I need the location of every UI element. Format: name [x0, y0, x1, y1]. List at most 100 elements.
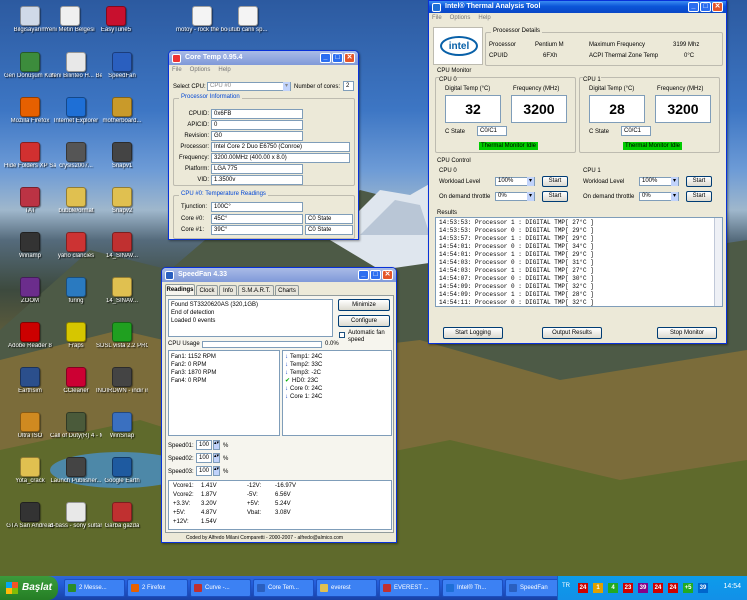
- menu-help[interactable]: Help: [478, 15, 490, 21]
- coretemp-titlebar[interactable]: Core Temp 0.95.4 _ □ ✕: [169, 51, 358, 65]
- menu-file[interactable]: File: [432, 15, 442, 21]
- desktop-icon[interactable]: Garba gazda: [96, 502, 148, 548]
- desktop-icon[interactable]: 14_SINAV...: [96, 232, 148, 278]
- maximize-button[interactable]: □: [332, 53, 343, 63]
- taskbar-button[interactable]: everest: [316, 579, 377, 597]
- desktop-icon[interactable]: Snapv1: [96, 142, 148, 188]
- close-button[interactable]: ✕: [344, 53, 355, 63]
- tray-sensor-icon[interactable]: 1: [593, 583, 603, 593]
- desktop-icon[interactable]: WinSnap: [96, 412, 148, 458]
- menu-options[interactable]: Options: [450, 15, 471, 21]
- desktop-icon[interactable]: 14_SINAV...: [96, 277, 148, 323]
- desktop-icon[interactable]: Winamp: [4, 232, 56, 278]
- tray-sensor-icon[interactable]: 4: [608, 583, 618, 593]
- desktop-icon[interactable]: d-bass - sony sultan car...: [50, 502, 102, 548]
- desktop-icon[interactable]: GTA San Andreas: [4, 502, 56, 548]
- desktop-icon[interactable]: TAT: [4, 187, 56, 233]
- throttle-dropdown[interactable]: 0%: [495, 192, 535, 201]
- speed-input[interactable]: 100: [196, 440, 212, 450]
- menu-file[interactable]: File: [172, 67, 182, 73]
- minimize-button[interactable]: _: [688, 2, 699, 12]
- desktop-icon[interactable]: furing: [50, 277, 102, 323]
- language-indicator[interactable]: TR: [562, 583, 570, 589]
- workload-start-button[interactable]: Start: [686, 176, 712, 187]
- throttle-start-button[interactable]: Start: [686, 191, 712, 202]
- desktop-icon[interactable]: Yeni Bilinteo H... Belge: [50, 52, 102, 98]
- minimize-button[interactable]: _: [320, 53, 331, 63]
- spinner-icon[interactable]: ▴▾: [213, 440, 220, 450]
- desktop-icon[interactable]: bubble/ormat: [50, 187, 102, 233]
- desktop-icon[interactable]: SpeedFan: [96, 52, 148, 98]
- spinner-icon[interactable]: ▴▾: [213, 466, 220, 476]
- results-scrollbar[interactable]: [714, 218, 722, 306]
- menu-options[interactable]: Options: [190, 67, 211, 73]
- speedfan-titlebar[interactable]: SpeedFan 4.33 _ □ ✕: [162, 268, 396, 282]
- speed-input[interactable]: 100: [196, 453, 212, 463]
- desktop-icon[interactable]: Yeni Metin Belgesi: [44, 6, 96, 52]
- results-list[interactable]: 14:53:53: Processor 1 : DIGITAL TMP[ 27°…: [435, 217, 723, 307]
- maximize-button[interactable]: □: [370, 270, 381, 280]
- close-button[interactable]: ✕: [382, 270, 393, 280]
- maxfreq-label: Maximum Frequency: [589, 42, 646, 48]
- tray-sensor-icon[interactable]: 39: [638, 583, 648, 593]
- auto-fan-checkbox[interactable]: [339, 332, 345, 338]
- taskbar-button[interactable]: Intel® Th...: [442, 579, 503, 597]
- processor-details-group: Processor Details: [485, 28, 723, 66]
- speed-input[interactable]: 100: [196, 466, 212, 476]
- desktop-icon[interactable]: Ultra ISO: [4, 412, 56, 458]
- desktop-icon[interactable]: SDSL vista 2.2 PRO: [96, 322, 148, 368]
- stop-monitor-button[interactable]: Stop Monitor: [657, 327, 717, 339]
- app-icon: [20, 457, 40, 477]
- clock[interactable]: 14:54: [723, 583, 741, 590]
- desktop-icon[interactable]: utub canlı sp...: [222, 6, 274, 52]
- desktop-icon[interactable]: crysis2007...: [50, 142, 102, 188]
- throttle-dropdown[interactable]: 0%: [639, 192, 679, 201]
- desktop-icon[interactable]: yaho clancies: [50, 232, 102, 278]
- desktop-icon[interactable]: Call of Duty(R) 4 - Modern...: [50, 412, 102, 458]
- workload-dropdown[interactable]: 100%: [639, 177, 679, 186]
- taskbar-button[interactable]: 2 Firefox: [127, 579, 188, 597]
- start-button[interactable]: Başlat: [0, 576, 58, 600]
- taskbar-button[interactable]: Core Tem...: [253, 579, 314, 597]
- desktop-icon[interactable]: Mozilla Firefox: [4, 97, 56, 143]
- desktop-icon[interactable]: Hide Folders XP Sam...: [4, 142, 56, 188]
- output-results-button[interactable]: Output Results: [542, 327, 602, 339]
- desktop-icon[interactable]: INDIRDWN - indir indirdi...: [96, 367, 148, 413]
- tray-sensor-icon[interactable]: 24: [578, 583, 588, 593]
- spinner-icon[interactable]: ▴▾: [213, 453, 220, 463]
- desktop-icon[interactable]: CCleaner: [50, 367, 102, 413]
- taskbar-button[interactable]: EVEREST ...: [379, 579, 440, 597]
- desktop-icon[interactable]: Google Earth: [96, 457, 148, 503]
- intel-titlebar[interactable]: Intel® Thermal Analysis Tool _ □ ✕: [429, 1, 726, 13]
- desktop-icon[interactable]: Fraps: [50, 322, 102, 368]
- configure-button[interactable]: Configure: [338, 315, 390, 327]
- tray-sensor-icon[interactable]: +5: [683, 583, 693, 593]
- desktop-icon[interactable]: Snapv2: [96, 187, 148, 233]
- select-cpu-dropdown[interactable]: CPU #0: [207, 82, 291, 91]
- minimize-app-button[interactable]: Minimize: [338, 299, 390, 311]
- desktop-icon[interactable]: EasyTune5: [90, 6, 142, 52]
- desktop-icon[interactable]: ZOOM: [4, 277, 56, 323]
- close-button[interactable]: ✕: [712, 2, 723, 12]
- desktop-icon[interactable]: motoy - rock the body.vb...: [176, 6, 228, 52]
- throttle-start-button[interactable]: Start: [542, 191, 568, 202]
- tray-sensor-icon[interactable]: 24: [653, 583, 663, 593]
- desktop-icon[interactable]: Geri Dönüşüm Kutusu: [4, 52, 56, 98]
- desktop-icon[interactable]: Internet Explorer: [50, 97, 102, 143]
- minimize-button[interactable]: _: [358, 270, 369, 280]
- desktop-icon[interactable]: Yota_crack: [4, 457, 56, 503]
- desktop-icon[interactable]: motherboard...: [96, 97, 148, 143]
- desktop-icon[interactable]: Adobe Reader 8: [4, 322, 56, 368]
- tray-sensor-icon[interactable]: 24: [668, 583, 678, 593]
- taskbar-button[interactable]: Curve -...: [190, 579, 251, 597]
- workload-dropdown[interactable]: 100%: [495, 177, 535, 186]
- maximize-button[interactable]: □: [700, 2, 711, 12]
- taskbar-button[interactable]: 2 Messe...: [64, 579, 125, 597]
- desktop-icon[interactable]: Earthsim: [4, 367, 56, 413]
- start-logging-button[interactable]: Start Logging: [443, 327, 503, 339]
- tray-sensor-icon[interactable]: 23: [623, 583, 633, 593]
- menu-help[interactable]: Help: [218, 67, 230, 73]
- tray-sensor-icon[interactable]: 39: [698, 583, 708, 593]
- desktop-icon[interactable]: Launch Publisher...: [50, 457, 102, 503]
- workload-start-button[interactable]: Start: [542, 176, 568, 187]
